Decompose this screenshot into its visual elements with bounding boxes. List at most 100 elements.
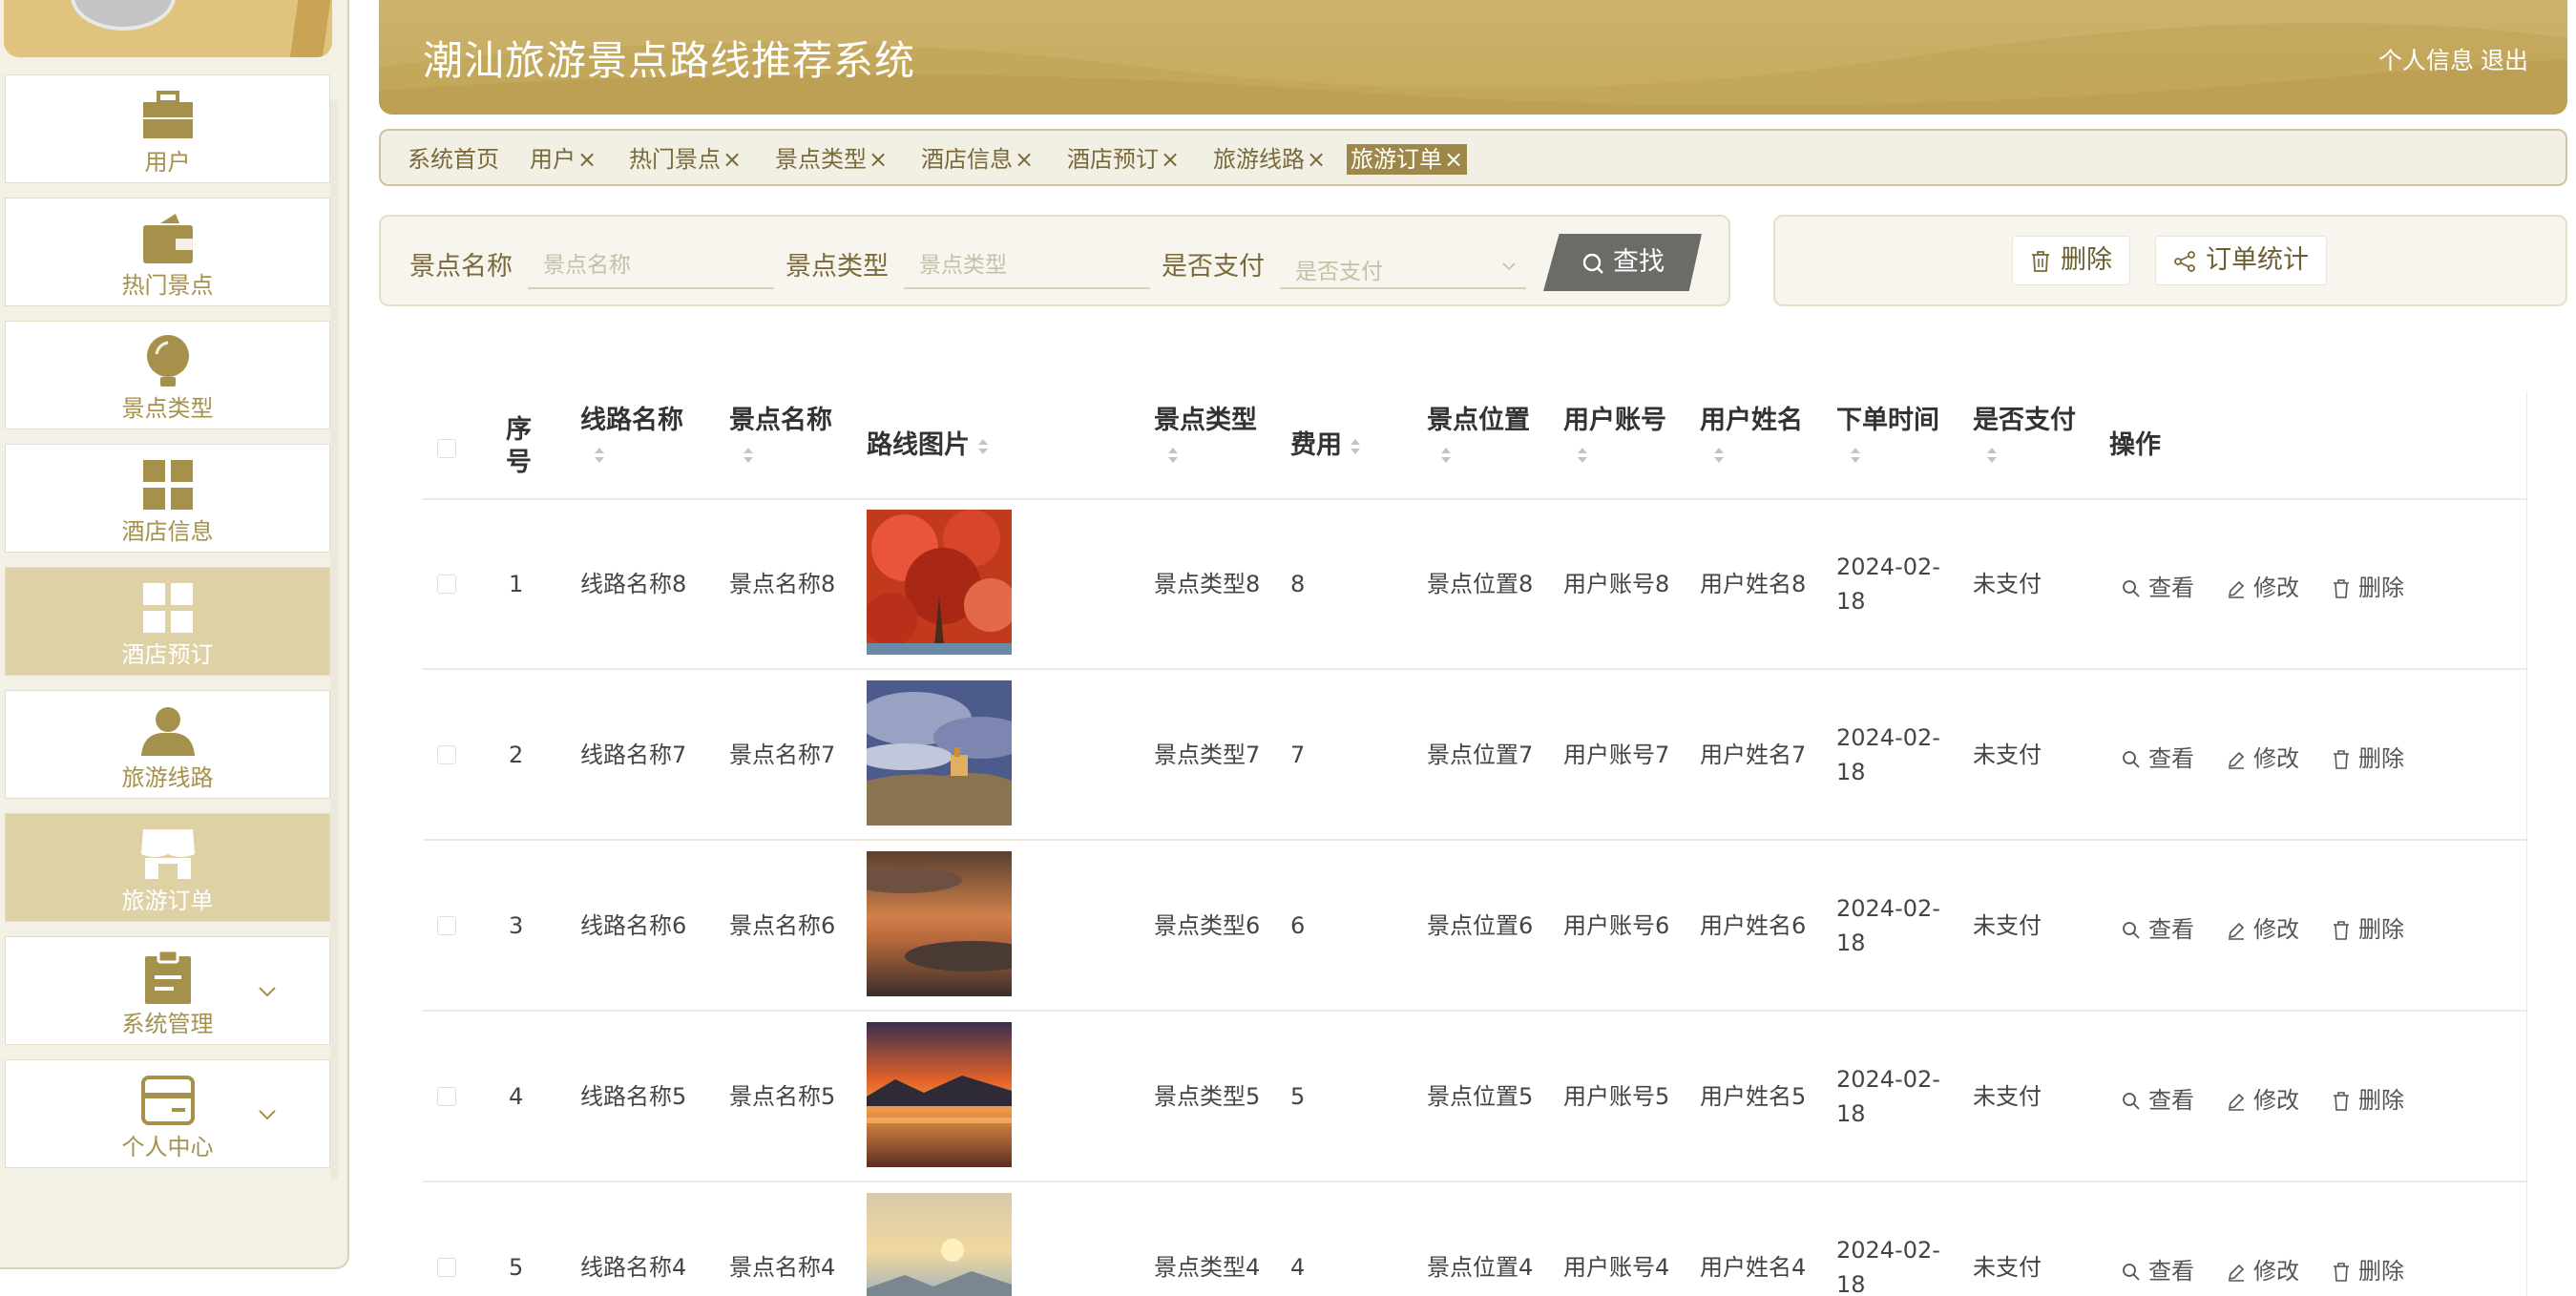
- route-image[interactable]: [867, 1193, 1012, 1296]
- col-location-header[interactable]: 景点位置: [1427, 405, 1530, 437]
- cell-cost: 6: [1290, 912, 1306, 939]
- col-ops-header: 操作: [2109, 430, 2161, 460]
- spot-name-input[interactable]: [528, 243, 774, 289]
- sort-icon[interactable]: [1577, 447, 1588, 464]
- col-order-time-header[interactable]: 下单时间: [1836, 405, 1939, 437]
- search-button[interactable]: 查找: [1543, 234, 1702, 291]
- select-all-checkbox[interactable]: [437, 439, 456, 458]
- col-spot-type-header[interactable]: 景点类型: [1154, 405, 1257, 437]
- sort-icon[interactable]: [594, 447, 605, 464]
- sort-icon[interactable]: [1713, 447, 1725, 464]
- row-checkbox[interactable]: [437, 745, 456, 764]
- batch-delete-button[interactable]: 删除: [2012, 236, 2130, 285]
- delete-label: 删除: [2358, 575, 2404, 601]
- profile-link[interactable]: 个人信息: [2378, 42, 2474, 76]
- view-button[interactable]: 查看: [2122, 910, 2194, 944]
- tab-routes[interactable]: 旅游线路×: [1209, 144, 1330, 175]
- close-icon[interactable]: ×: [723, 146, 742, 173]
- search-icon: [1582, 253, 1603, 274]
- cell-spot-name: 景点名称6: [729, 912, 836, 939]
- route-image[interactable]: [867, 1022, 1012, 1167]
- delete-label: 删除: [2358, 1087, 2404, 1114]
- cell-account: 用户账号5: [1563, 1083, 1670, 1110]
- orders-table: 序号 线路名称 景点名称 路线图片 景点类型 费用 景点位置 用户账号 用户姓名…: [423, 391, 2527, 1296]
- view-button[interactable]: 查看: [2122, 740, 2194, 773]
- sort-icon[interactable]: [1440, 447, 1452, 464]
- spot-type-input[interactable]: [904, 243, 1150, 289]
- sidebar-item-hot-spots[interactable]: 热门景点: [5, 198, 330, 306]
- tab-users[interactable]: 用户×: [526, 144, 600, 175]
- row-checkbox[interactable]: [437, 916, 456, 935]
- order-stats-button[interactable]: 订单统计: [2155, 236, 2327, 285]
- close-icon[interactable]: ×: [577, 146, 597, 173]
- edit-icon: [2228, 751, 2245, 769]
- sort-icon[interactable]: [1167, 447, 1179, 464]
- view-button[interactable]: 查看: [2122, 1081, 2194, 1115]
- view-button[interactable]: 查看: [2122, 1252, 2194, 1286]
- view-label: 查看: [2148, 1258, 2194, 1285]
- row-checkbox[interactable]: [437, 575, 456, 594]
- sidebar-item-spot-types[interactable]: 景点类型: [5, 321, 330, 429]
- col-paid-header[interactable]: 是否支付: [1973, 405, 2076, 437]
- sort-icon[interactable]: [1986, 447, 1998, 464]
- delete-button[interactable]: 删除: [2332, 1252, 2404, 1286]
- close-icon[interactable]: ×: [1444, 146, 1463, 173]
- col-cost-header[interactable]: 费用: [1290, 429, 1361, 462]
- delete-button[interactable]: 删除: [2332, 1081, 2404, 1115]
- cell-location: 景点位置7: [1427, 742, 1534, 768]
- tab-hotel-booking[interactable]: 酒店预订×: [1063, 144, 1183, 175]
- chevron-down-icon[interactable]: [257, 1104, 278, 1125]
- sort-icon[interactable]: [743, 447, 754, 464]
- sidebar-item-hotel-booking[interactable]: 酒店预订: [5, 567, 330, 676]
- sidebar-item-hotel-info[interactable]: 酒店信息: [5, 444, 330, 553]
- col-account-header[interactable]: 用户账号: [1563, 405, 1666, 437]
- tab-orders[interactable]: 旅游订单×: [1347, 144, 1468, 175]
- row-checkbox[interactable]: [437, 1258, 456, 1277]
- close-icon[interactable]: ×: [1307, 146, 1326, 173]
- avatar[interactable]: [71, 0, 176, 31]
- chevron-down-icon[interactable]: [257, 981, 278, 1002]
- route-image[interactable]: [867, 510, 1012, 655]
- tab-home[interactable]: 系统首页: [404, 144, 503, 175]
- cell-paid: 未支付: [1973, 1083, 2042, 1110]
- tab-hot-spots[interactable]: 热门景点×: [625, 144, 745, 175]
- cell-route-name: 线路名称8: [580, 571, 687, 597]
- sidebar-item-users[interactable]: 用户: [5, 74, 330, 183]
- tab-hotel-info[interactable]: 酒店信息×: [917, 144, 1037, 175]
- sidebar-item-personal-center[interactable]: 个人中心: [5, 1059, 330, 1168]
- col-user-name-header[interactable]: 用户姓名: [1700, 405, 1803, 437]
- row-checkbox[interactable]: [437, 1087, 456, 1106]
- cell-account: 用户账号8: [1563, 571, 1670, 597]
- edit-button[interactable]: 修改: [2227, 1252, 2299, 1286]
- sidebar-scrollbar[interactable]: [330, 100, 338, 1179]
- sidebar-item-system[interactable]: 系统管理: [5, 936, 330, 1045]
- col-spot-name-header[interactable]: 景点名称: [729, 405, 832, 437]
- close-icon[interactable]: ×: [869, 146, 888, 173]
- cell-order-day: 18: [1836, 759, 1866, 785]
- sidebar-item-routes[interactable]: 旅游线路: [5, 690, 330, 799]
- close-icon[interactable]: ×: [1161, 146, 1180, 173]
- route-image[interactable]: [867, 680, 1012, 826]
- delete-button[interactable]: 删除: [2332, 910, 2404, 944]
- cell-location: 景点位置8: [1427, 571, 1534, 597]
- logout-link[interactable]: 退出: [2481, 42, 2528, 76]
- route-image[interactable]: [867, 851, 1012, 996]
- app-title: 潮汕旅游景点路线推荐系统: [423, 37, 916, 84]
- edit-button[interactable]: 修改: [2227, 740, 2299, 773]
- edit-button[interactable]: 修改: [2227, 910, 2299, 944]
- delete-button[interactable]: 删除: [2332, 740, 2404, 773]
- delete-button[interactable]: 删除: [2332, 569, 2404, 602]
- col-image-header[interactable]: 路线图片: [867, 429, 989, 462]
- col-route-name-header[interactable]: 线路名称: [580, 405, 683, 437]
- view-button[interactable]: 查看: [2122, 569, 2194, 602]
- close-icon[interactable]: ×: [1015, 146, 1034, 173]
- tab-spot-types[interactable]: 景点类型×: [771, 144, 891, 175]
- trash-icon: [2334, 1092, 2349, 1111]
- edit-button[interactable]: 修改: [2227, 1081, 2299, 1115]
- edit-button[interactable]: 修改: [2227, 569, 2299, 602]
- sidebar-item-orders[interactable]: 旅游订单: [5, 813, 330, 922]
- cell-index: 1: [509, 571, 524, 597]
- paid-select[interactable]: 是否支付: [1280, 243, 1526, 289]
- sort-icon[interactable]: [1850, 447, 1861, 464]
- cell-user-name: 用户姓名6: [1700, 912, 1807, 939]
